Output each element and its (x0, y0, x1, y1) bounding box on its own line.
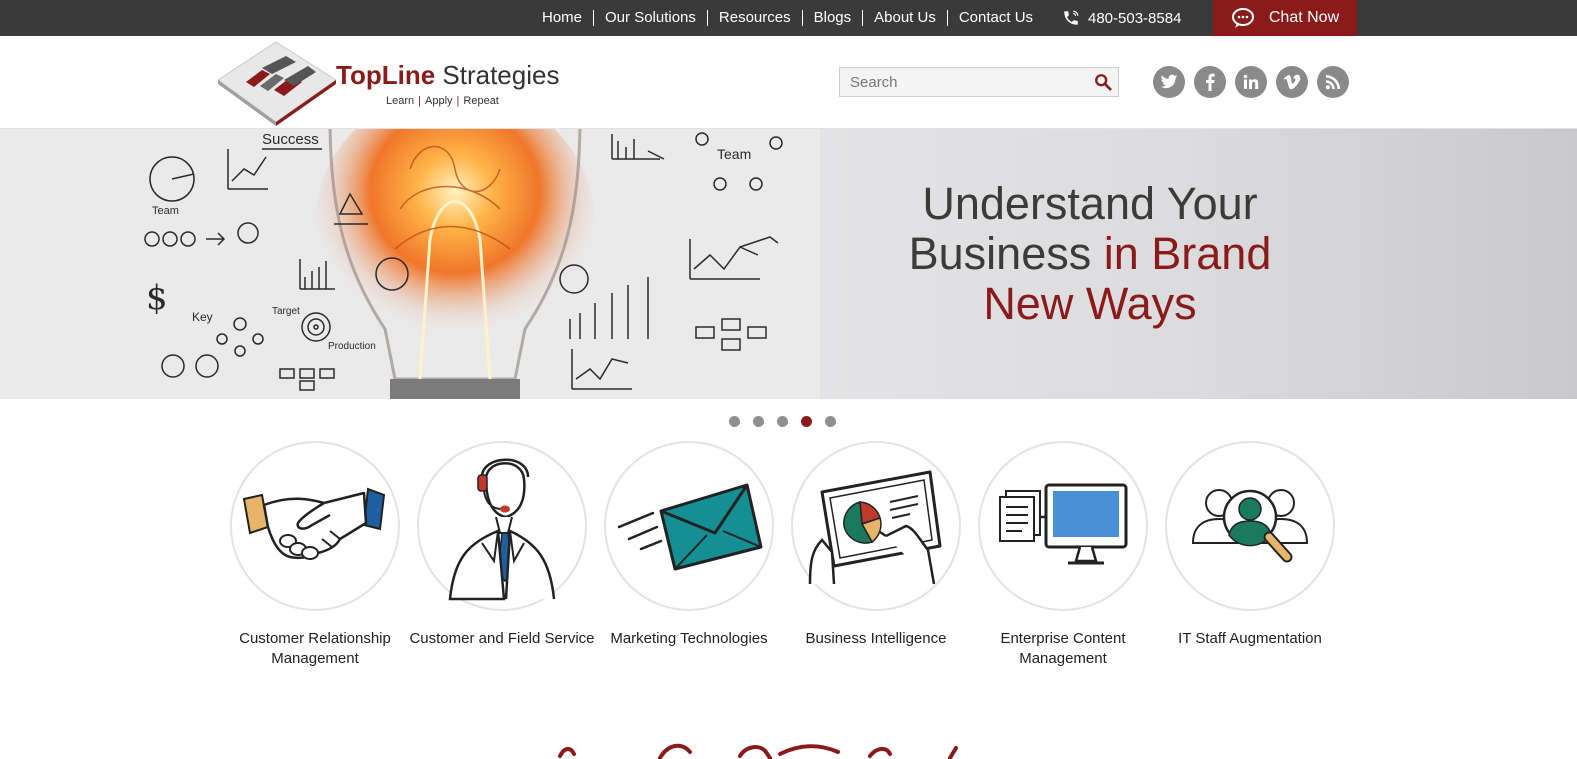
logo-tagline: Learn | Apply | Repeat (386, 95, 499, 107)
svg-text:$: $ (146, 278, 168, 318)
hero-slider[interactable]: Success Team $ Key Target Production Tea… (0, 129, 1577, 399)
hero-line-2-red: in Brand (1103, 228, 1272, 279)
twitter-icon[interactable] (1153, 66, 1185, 98)
top-nav: Home Our Solutions Resources Blogs About… (531, 0, 1044, 36)
top-bar: Home Our Solutions Resources Blogs About… (0, 0, 1577, 36)
svg-text:Success: Success (262, 131, 319, 148)
social-links (1153, 66, 1358, 98)
service-label-crm: Customer Relationship Management (239, 630, 391, 667)
phone-text: 480-503-8584 (1088, 9, 1182, 27)
chat-now-button[interactable]: Chat Now (1213, 0, 1357, 36)
envelope-icon (617, 483, 763, 571)
tagline-learn: Learn (386, 95, 415, 107)
logo-text: TopLine Strategies (336, 60, 559, 91)
chat-now-label: Chat Now (1268, 9, 1340, 26)
service-crm[interactable]: Customer Relationship Management (221, 441, 409, 669)
hero-line-2: Business in Brand (880, 229, 1300, 279)
svg-text:Key: Key (192, 310, 213, 324)
service-circle (978, 441, 1148, 611)
hero-lightbulb-sketch-image: Success Team $ Key Target Production Tea… (0, 129, 820, 399)
tagline-apply: Apply (425, 95, 453, 107)
nav-contact-us-link[interactable]: Contact Us (946, 10, 1044, 26)
site-header: TopLine Strategies Learn | Apply | Repeat (0, 36, 1577, 129)
people-search-icon (1191, 489, 1309, 563)
slider-dot-3[interactable] (777, 416, 788, 427)
hero-line-3: New Ways (983, 278, 1197, 329)
service-label-customer-field-service: Customer and Field Service (409, 630, 595, 647)
handshake-icon (242, 487, 386, 560)
phone-icon (1064, 10, 1079, 25)
documents-monitor-icon (999, 483, 1128, 565)
nav-resources-link[interactable]: Resources (706, 10, 802, 26)
search-box (839, 67, 1119, 97)
support-agent-icon (448, 458, 556, 601)
service-business-intelligence[interactable]: Business Intelligence (782, 441, 970, 649)
service-circle (791, 441, 961, 611)
svg-text:Team: Team (152, 205, 179, 217)
service-label-enterprise-content-management: Enterprise Content Management (1000, 630, 1126, 667)
hero-line-1: Understand Your (922, 178, 1258, 229)
service-label-it-staff-augmentation: IT Staff Augmentation (1178, 630, 1322, 647)
service-circle (1165, 441, 1335, 611)
svg-text:Target: Target (272, 306, 300, 317)
logo-brand-light: Strategies (435, 60, 560, 90)
service-label-marketing-technologies: Marketing Technologies (610, 630, 768, 647)
svg-text:Production: Production (328, 341, 376, 352)
nav-home-link[interactable]: Home (531, 10, 593, 26)
service-customer-field-service[interactable]: Customer and Field Service (408, 441, 596, 649)
service-it-staff-augmentation[interactable]: IT Staff Augmentation (1156, 441, 1344, 649)
logo-brand-bold: TopLine (336, 60, 436, 90)
slider-dot-1[interactable] (729, 416, 740, 427)
service-circle (604, 441, 774, 611)
linkedin-icon[interactable] (1235, 66, 1267, 98)
facebook-icon[interactable] (1194, 66, 1226, 98)
vimeo-icon[interactable] (1276, 66, 1308, 98)
logo-mark-icon (217, 41, 337, 126)
service-circle (230, 441, 400, 611)
site-logo[interactable]: TopLine Strategies Learn | Apply | Repeat (216, 40, 561, 126)
nav-blogs-link[interactable]: Blogs (801, 10, 863, 26)
hero-headline: Understand Your Business in Brand New Wa… (880, 179, 1300, 329)
service-enterprise-content-management[interactable]: Enterprise Content Management (969, 441, 1157, 669)
slider-dot-2[interactable] (753, 416, 764, 427)
svg-text:Team: Team (717, 146, 751, 162)
nav-about-us-link[interactable]: About Us (862, 10, 947, 26)
service-label-business-intelligence: Business Intelligence (805, 630, 947, 647)
nav-our-solutions-link[interactable]: Our Solutions (593, 10, 707, 26)
tagline-repeat: Repeat (463, 95, 499, 107)
phone-number[interactable]: 480-503-8584 (1062, 0, 1181, 36)
search-icon[interactable] (1094, 73, 1112, 91)
chat-bubble-icon (1231, 8, 1254, 28)
tablet-chart-icon (808, 470, 942, 585)
hero-line-2-dark: Business (908, 228, 1104, 279)
search-input[interactable] (840, 68, 1088, 96)
slider-dot-4-active[interactable] (801, 416, 812, 427)
service-circle (417, 441, 587, 611)
service-marketing-technologies[interactable]: Marketing Technologies (595, 441, 783, 649)
slider-pagination (729, 416, 849, 427)
next-section-heading-cropped (558, 743, 958, 759)
slider-dot-5[interactable] (825, 416, 836, 427)
rss-icon[interactable] (1317, 66, 1349, 98)
